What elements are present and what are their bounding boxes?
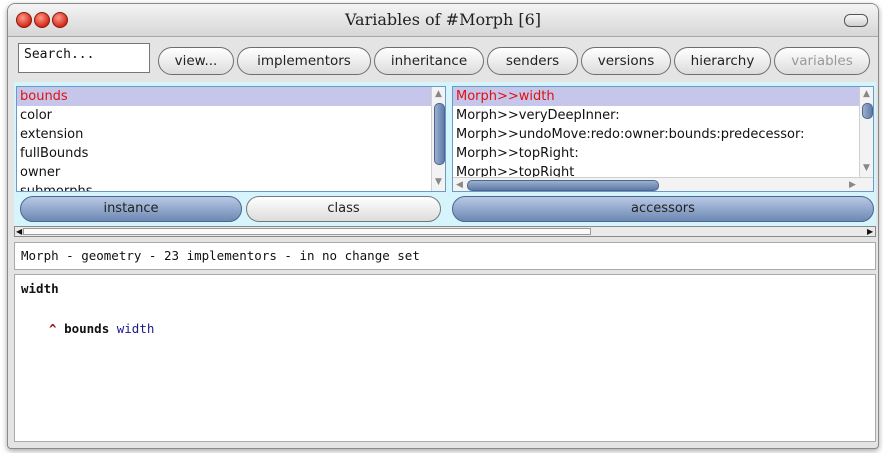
list-item[interactable]: owner <box>17 163 445 182</box>
list-item[interactable]: Morph>>topRight: <box>453 144 873 163</box>
scroll-right-icon[interactable]: ▶ <box>867 227 873 237</box>
window-title: Variables of #Morph [6] <box>344 10 542 29</box>
return-caret: ^ <box>49 321 57 336</box>
list-item[interactable]: extension <box>17 125 445 144</box>
scroll-up-icon[interactable]: ▲ <box>435 89 442 99</box>
title-bar[interactable]: Variables of #Morph [6] <box>8 4 878 37</box>
list-item[interactable]: Morph>>width <box>453 87 873 106</box>
methods-vscrollbar[interactable]: ▲ ▼ <box>859 87 873 177</box>
list-item[interactable]: Morph>>undoMove:redo:owner:bounds:predec… <box>453 125 873 144</box>
list-item[interactable]: fullBounds <box>17 144 445 163</box>
view-button[interactable]: view... <box>158 47 234 75</box>
versions-button[interactable]: versions <box>581 47 671 75</box>
instance-toggle[interactable]: instance <box>20 196 242 222</box>
scroll-left-icon[interactable]: ◀ <box>456 180 463 190</box>
variables-scrollbar[interactable]: ▲ ▼ <box>431 87 445 191</box>
scroll-thumb[interactable] <box>434 103 445 165</box>
hierarchy-button[interactable]: hierarchy <box>674 47 771 75</box>
scroll-down-icon[interactable]: ▼ <box>863 163 870 173</box>
methods-hscrollbar[interactable]: ◀ ▶ <box>453 177 873 191</box>
list-item[interactable]: bounds <box>17 87 445 106</box>
list-panes: bounds color extension fullBounds owner … <box>14 82 876 234</box>
inheritance-button[interactable]: inheritance <box>374 47 484 75</box>
senders-button[interactable]: senders <box>487 47 578 75</box>
method-body: ^ bounds width <box>49 321 154 336</box>
variables-button[interactable]: variables <box>774 47 870 75</box>
scroll-down-icon[interactable]: ▼ <box>435 177 442 187</box>
status-line: Morph - geometry - 23 implementors - in … <box>14 242 876 270</box>
code-editor[interactable]: width ^ bounds width <box>14 274 876 442</box>
accessors-toggle[interactable]: accessors <box>452 196 874 222</box>
panes-hscrollbar[interactable]: ◀ ▶ <box>14 226 876 237</box>
search-input[interactable]: Search... <box>18 43 150 73</box>
scroll-thumb[interactable] <box>862 103 873 119</box>
implementors-button[interactable]: implementors <box>237 47 371 75</box>
scroll-thumb[interactable] <box>23 228 591 235</box>
class-toggle[interactable]: class <box>246 196 441 222</box>
list-item[interactable]: submorphs <box>17 182 445 191</box>
message-selector: width <box>116 321 155 336</box>
scroll-right-icon[interactable]: ▶ <box>849 180 856 190</box>
scroll-left-icon[interactable]: ◀ <box>16 227 22 237</box>
methods-list[interactable]: Morph>>width Morph>>veryDeepInner: Morph… <box>452 86 874 192</box>
list-item[interactable]: color <box>17 106 445 125</box>
scroll-up-icon[interactable]: ▲ <box>863 89 870 99</box>
variables-list[interactable]: bounds color extension fullBounds owner … <box>16 86 446 192</box>
collapse-icon[interactable] <box>844 14 868 27</box>
scroll-thumb[interactable] <box>467 180 659 191</box>
method-selector: width <box>21 281 59 296</box>
receiver-variable: bounds <box>64 321 110 336</box>
browser-window: Variables of #Morph [6] Search... view..… <box>7 3 879 449</box>
list-item[interactable]: Morph>>veryDeepInner: <box>453 106 873 125</box>
